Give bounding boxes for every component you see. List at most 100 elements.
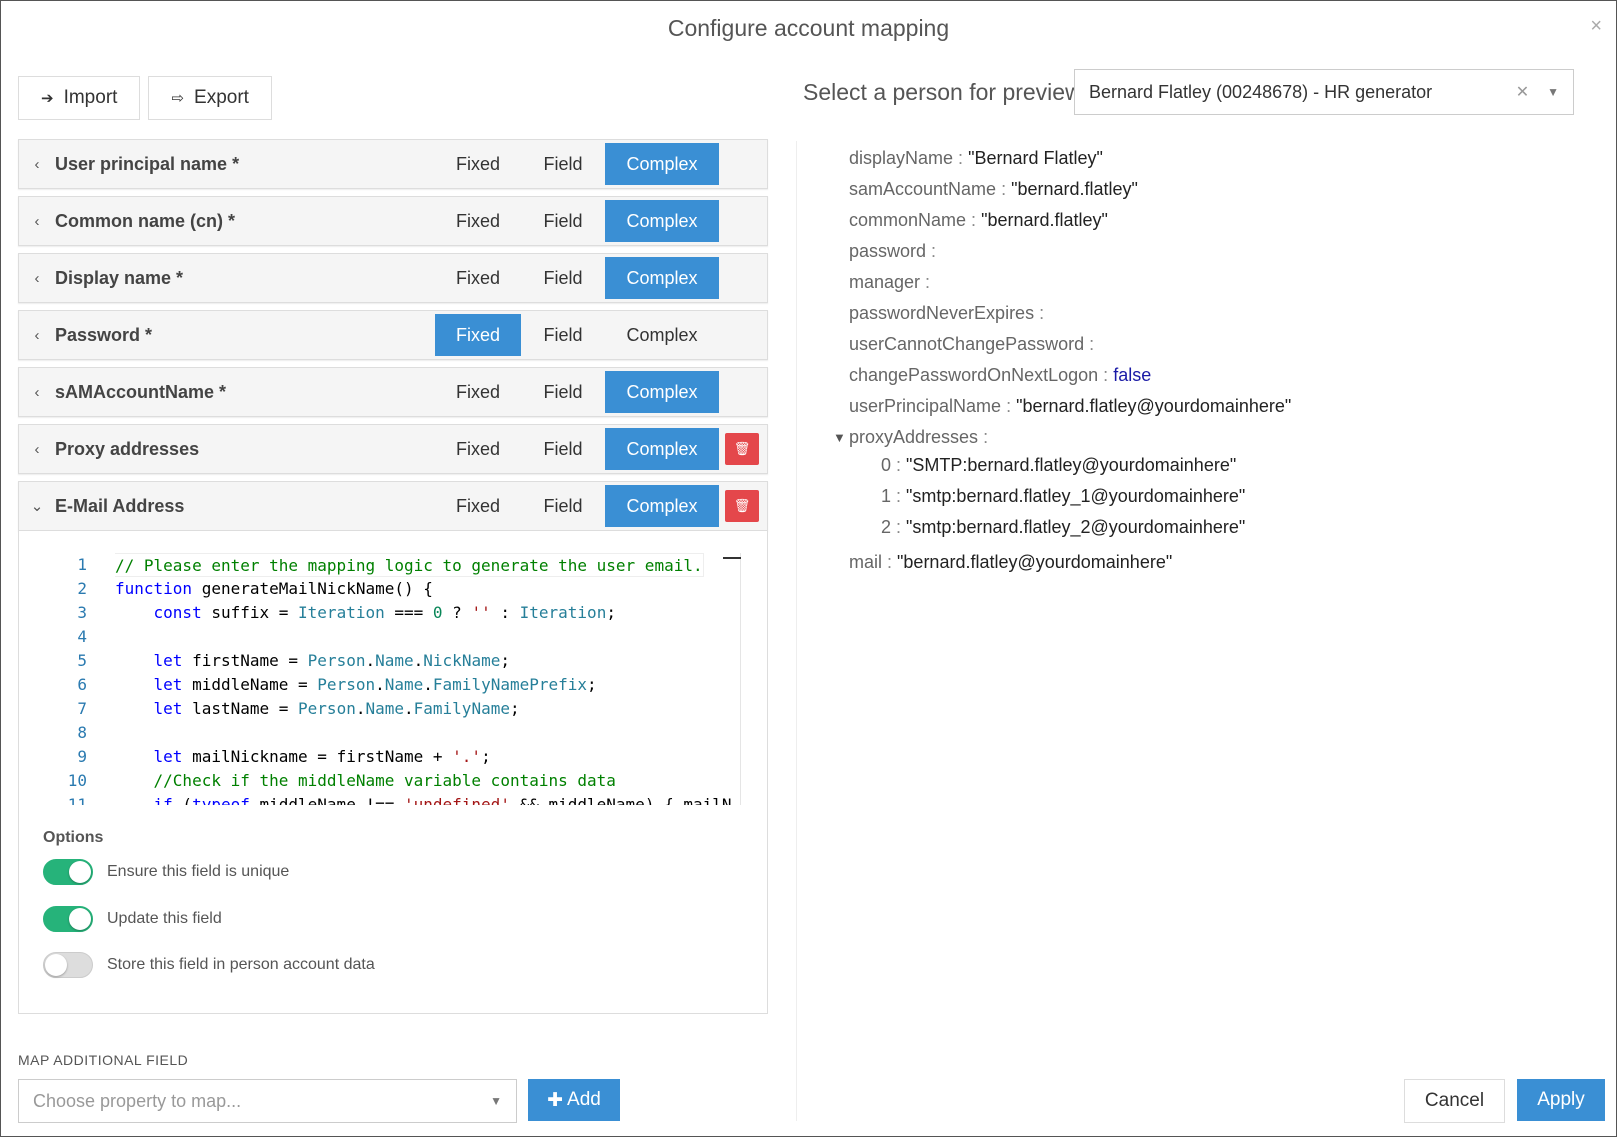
mapping-type-selector: Fixed Field Complex [435, 314, 719, 356]
code-line: 6 let middleName = Person.Name.FamilyNam… [39, 673, 740, 697]
trash-icon[interactable]: 🗑 [725, 433, 759, 465]
chevron-left-icon[interactable]: ‹ [19, 327, 55, 344]
complex-option[interactable]: Complex [605, 428, 719, 470]
option-toggle[interactable] [43, 952, 93, 978]
property-select[interactable]: Choose property to map... ▼ [18, 1079, 517, 1123]
chevron-left-icon[interactable]: ‹ [19, 384, 55, 401]
import-button[interactable]: ➔ Import [18, 76, 141, 120]
mapping-row[interactable]: ‹ sAMAccountName * Fixed Field Complex [18, 367, 768, 417]
option-toggle[interactable] [43, 859, 93, 885]
field-option[interactable]: Field [521, 485, 605, 527]
property-key: samAccountName [849, 179, 997, 199]
line-number: 7 [77, 699, 87, 718]
complex-option[interactable]: Complex [605, 314, 719, 356]
fixed-option[interactable]: Fixed [435, 371, 521, 413]
apply-button[interactable]: Apply [1517, 1079, 1605, 1121]
property-key: userCannotChangePassword [849, 334, 1085, 354]
mapping-row[interactable]: ‹ User principal name * Fixed Field Comp… [18, 139, 768, 189]
chevron-left-icon[interactable]: ‹ [19, 156, 55, 173]
export-button[interactable]: ⇨ Export [148, 76, 272, 120]
fixed-option[interactable]: Fixed [435, 200, 521, 242]
property-key: password [849, 241, 927, 261]
complex-option[interactable]: Complex [605, 200, 719, 242]
preview-property: passwordNeverExpires : [849, 303, 1045, 323]
chevron-left-icon[interactable]: ‹ [19, 213, 55, 230]
mapping-type-selector: Fixed Field Complex [435, 371, 719, 413]
code-text: let middleName = Person.Name.FamilyNameP… [153, 675, 597, 694]
mapping-row[interactable]: ‹ Common name (cn) * Fixed Field Complex [18, 196, 768, 246]
option-item: Update this field [43, 906, 222, 932]
caret-down-icon: ▼ [490, 1094, 502, 1108]
complex-option[interactable]: Complex [605, 485, 719, 527]
proxy-index: 0 [881, 455, 892, 475]
import-label: Import [63, 87, 118, 108]
property-key: commonName [849, 210, 967, 230]
field-option[interactable]: Field [521, 143, 605, 185]
mapping-row[interactable]: ‹ Display name * Fixed Field Complex [18, 253, 768, 303]
field-option[interactable]: Field [521, 200, 605, 242]
mapping-type-selector: Fixed Field Complex [435, 143, 719, 185]
complex-option[interactable]: Complex [605, 143, 719, 185]
mapping-row[interactable]: ⌄ E-Mail Address Fixed Field Complex 🗑 [18, 481, 768, 531]
line-number: 6 [77, 675, 87, 694]
complex-option[interactable]: Complex [605, 371, 719, 413]
expanded-mapping-panel: 1 // Please enter the mapping logic to ge… [18, 531, 768, 1014]
fixed-option[interactable]: Fixed [435, 143, 521, 185]
fixed-option[interactable]: Fixed [435, 428, 521, 470]
dialog-title: Configure account mapping [667, 15, 950, 41]
proxy-address-item: 0 : "SMTP:bernard.flatley@yourdomainhere… [881, 455, 1237, 475]
proxy-addresses-node[interactable]: ▼ proxyAddresses : [833, 422, 1291, 453]
complex-option[interactable]: Complex [605, 257, 719, 299]
options-title: Options [43, 829, 104, 846]
code-text: let firstName = Person.Name.NickName; [153, 651, 510, 670]
caret-down-icon[interactable]: ▼ [1547, 85, 1559, 99]
field-option[interactable]: Field [521, 428, 605, 470]
preview-property: mail : "bernard.flatley@yourdomainhere" [849, 552, 1173, 572]
chevron-left-icon[interactable]: ‹ [19, 441, 55, 458]
chevron-left-icon[interactable]: ‹ [19, 270, 55, 287]
field-option[interactable]: Field [521, 371, 605, 413]
property-key: changePasswordOnNextLogon [849, 365, 1099, 385]
mapping-row[interactable]: ‹ Password * Fixed Field Complex [18, 310, 768, 360]
caret-down-icon[interactable]: ▼ [833, 422, 846, 453]
property-key: manager [849, 272, 921, 292]
preview-properties: displayName : "Bernard Flatley" samAccoun… [833, 143, 1292, 578]
clear-icon[interactable]: ✕ [1516, 82, 1529, 102]
plus-icon: ✚ [547, 1089, 564, 1111]
option-item: Store this field in person account data [43, 952, 375, 978]
code-editor[interactable]: 1 // Please enter the mapping logic to ge… [39, 553, 741, 805]
property-select-placeholder: Choose property to map... [33, 1090, 242, 1111]
mapping-row-label: sAMAccountName * [55, 381, 227, 402]
line-number: 2 [77, 579, 87, 598]
code-line: 8 [39, 721, 740, 745]
chevron-down-icon[interactable]: ⌄ [19, 497, 55, 515]
preview-label: Select a person for preview [803, 79, 1082, 105]
property-value: "bernard.flatley@yourdomainhere" [1016, 396, 1292, 416]
proxy-index: 2 [881, 517, 892, 537]
fixed-option[interactable]: Fixed [435, 314, 521, 356]
mapping-type-selector: Fixed Field Complex [435, 485, 719, 527]
fixed-option[interactable]: Fixed [435, 257, 521, 299]
proxy-address-item: 1 : "smtp:bernard.flatley_1@yourdomainhe… [881, 486, 1246, 506]
fixed-option[interactable]: Fixed [435, 485, 521, 527]
field-option[interactable]: Field [521, 314, 605, 356]
map-additional-title: MAP ADDITIONAL FIELD [18, 1052, 189, 1068]
export-label: Export [194, 87, 249, 108]
code-text: // Please enter the mapping logic to gen… [115, 553, 704, 577]
minimize-icon[interactable] [723, 557, 741, 559]
cancel-button[interactable]: Cancel [1404, 1079, 1505, 1123]
preview-person-select[interactable]: Bernard Flatley (00248678) - HR generato… [1074, 69, 1574, 115]
preview-property: userPrincipalName : "bernard.flatley@you… [849, 396, 1292, 416]
code-line: 1 // Please enter the mapping logic to ge… [39, 553, 740, 577]
close-icon[interactable]: × [1590, 15, 1602, 38]
field-option[interactable]: Field [521, 257, 605, 299]
mapping-row[interactable]: ‹ Proxy addresses Fixed Field Complex 🗑 [18, 424, 768, 474]
toggle-knob [69, 861, 91, 883]
add-field-button[interactable]: ✚ Add [528, 1079, 620, 1121]
proxy-index: 1 [881, 486, 892, 506]
mapping-row-label: Proxy addresses [55, 438, 200, 459]
code-text: function generateMailNickName() { [115, 579, 433, 598]
mapping-row-label: Password * [55, 324, 153, 345]
option-toggle[interactable] [43, 906, 93, 932]
trash-icon[interactable]: 🗑 [725, 490, 759, 522]
